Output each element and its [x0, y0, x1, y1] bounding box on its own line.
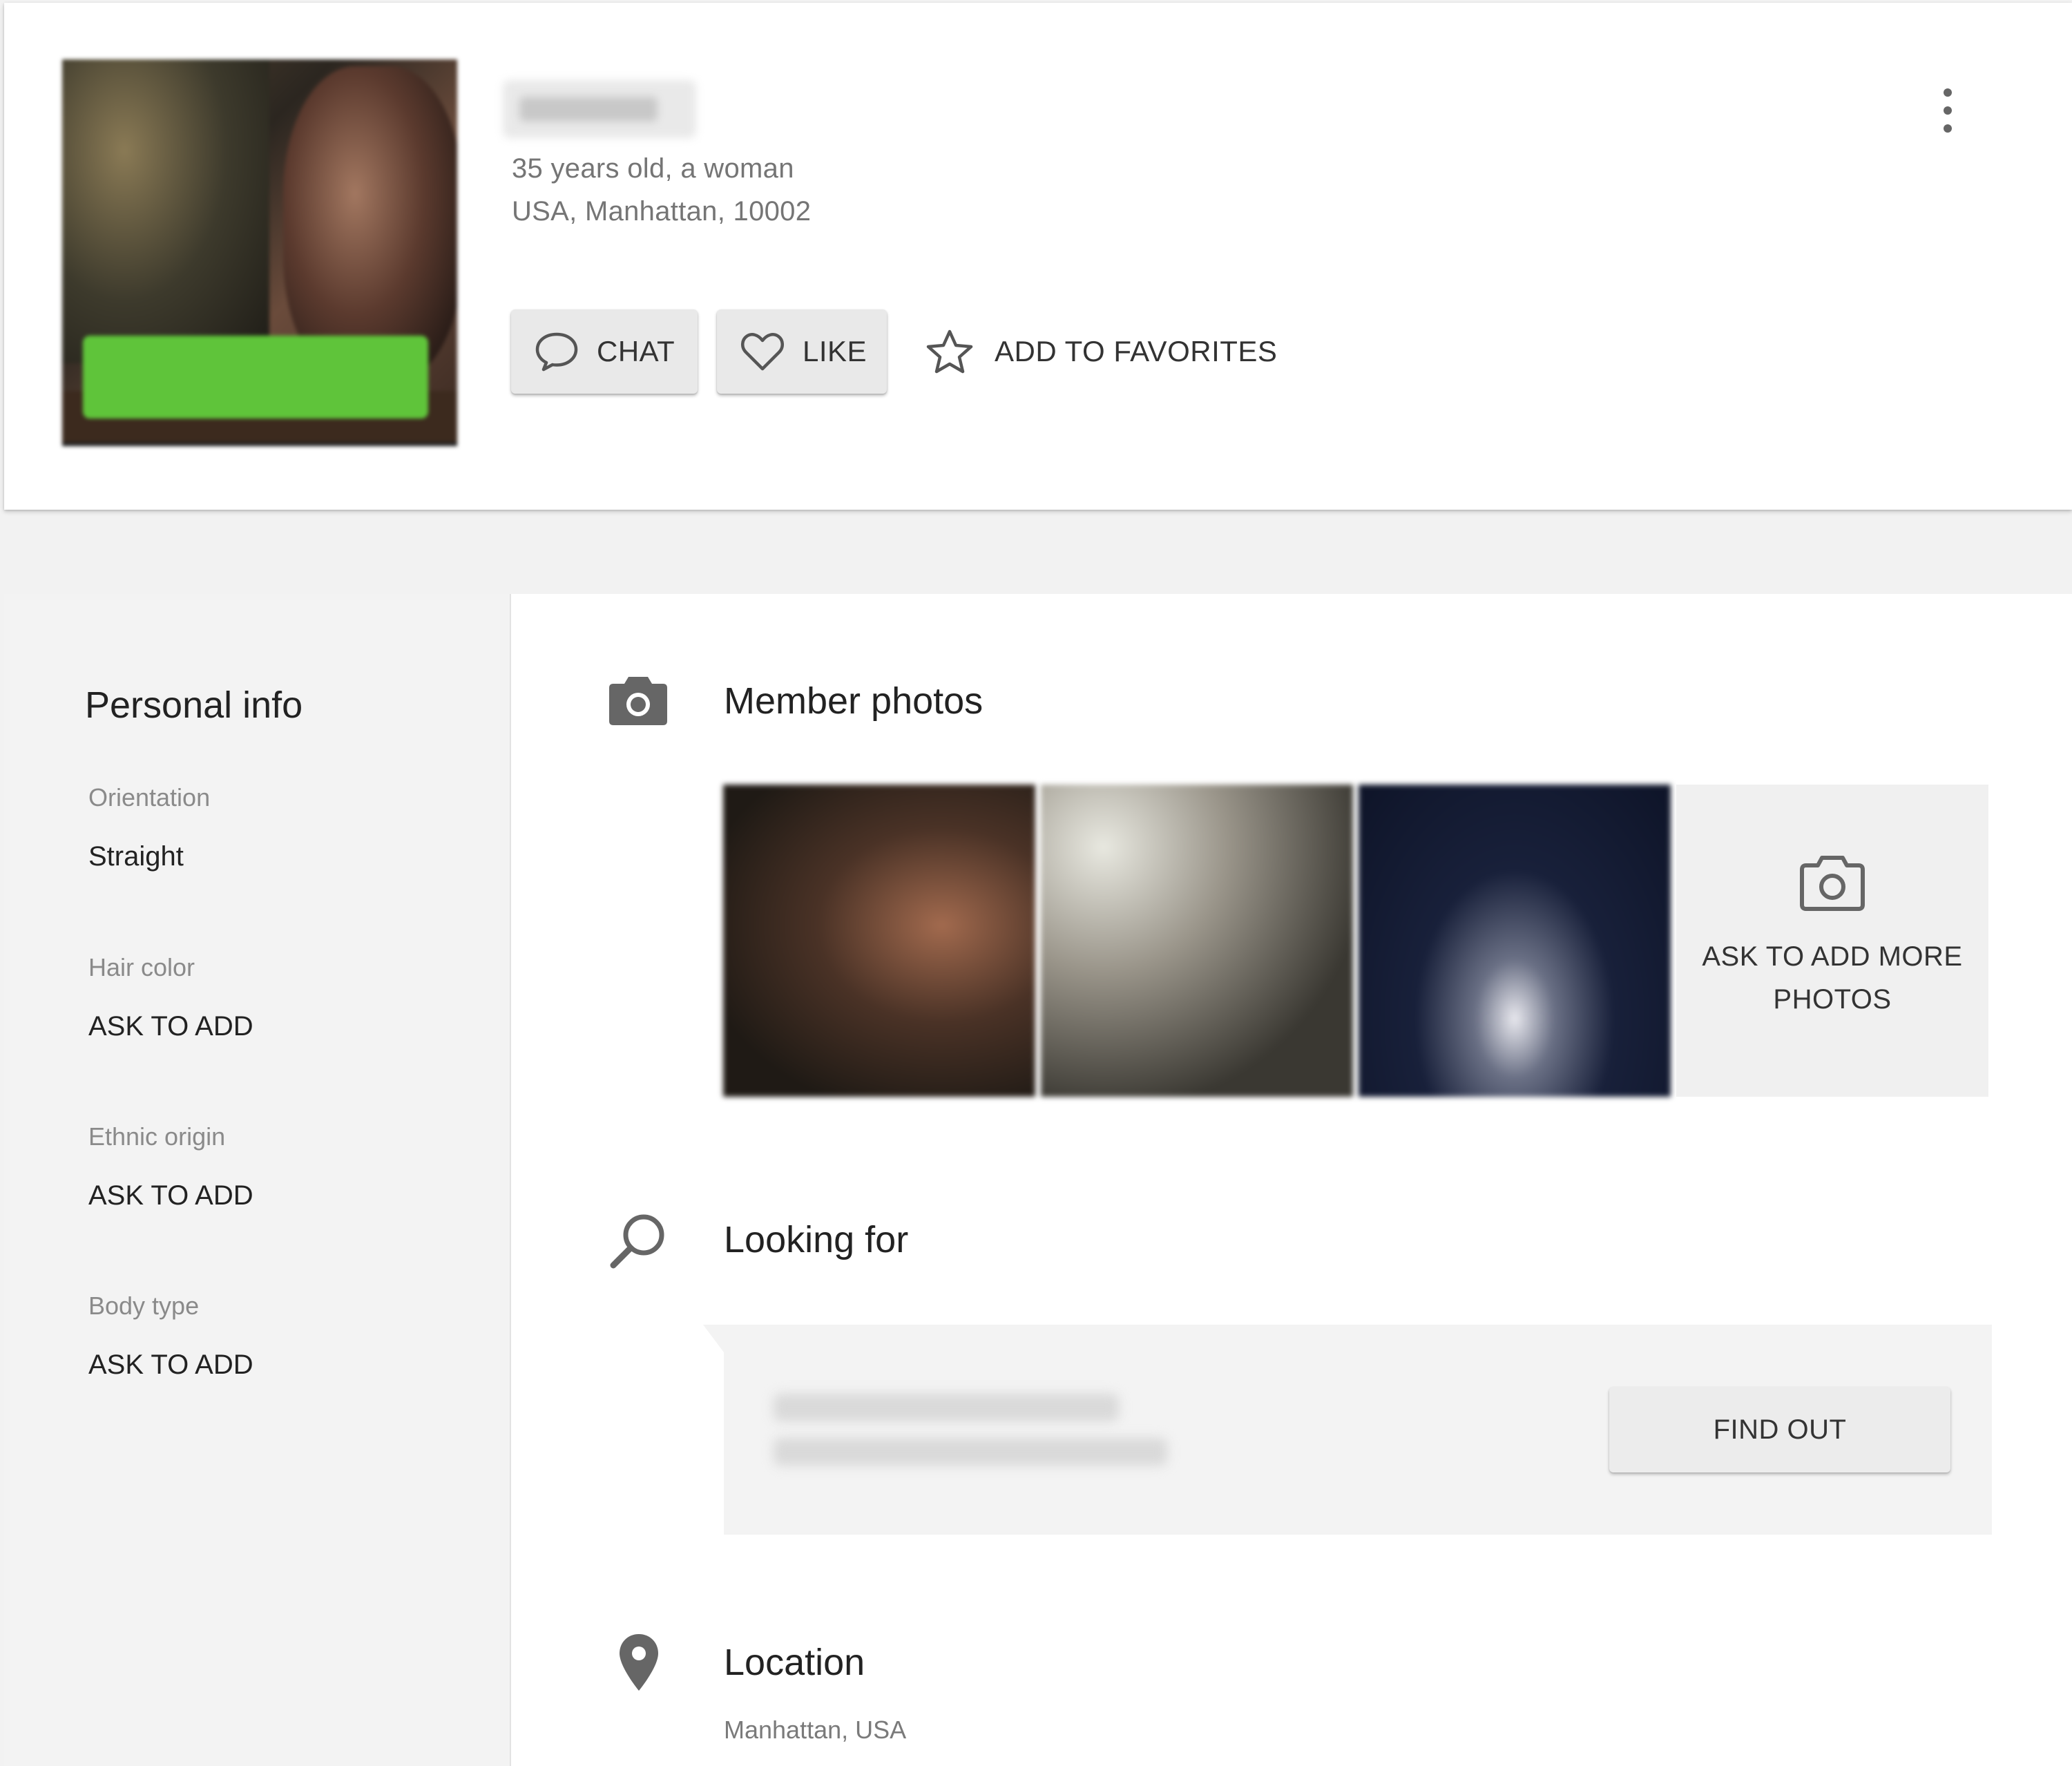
member-photos-title: Member photos: [724, 680, 984, 722]
add-to-favorites-button[interactable]: ADD TO FAVORITES: [925, 309, 1277, 394]
ethnic-origin-label: Ethnic origin: [88, 1122, 226, 1151]
hair-color-label: Hair color: [88, 953, 195, 981]
camera-icon: [609, 677, 667, 725]
like-button[interactable]: LIKE: [717, 309, 887, 394]
ethnic-origin-ask-button[interactable]: ASK TO ADD: [88, 1180, 253, 1211]
orientation-label: Orientation: [88, 783, 211, 812]
chat-bubble-icon: [535, 332, 578, 372]
body-type-label: Body type: [88, 1292, 200, 1320]
looking-for-blurred-text-line-2: [774, 1438, 1167, 1466]
profile-main-content: [511, 594, 2072, 1766]
search-icon: [610, 1214, 664, 1269]
ask-to-add-more-photos-button[interactable]: ASK TO ADD MORE PHOTOS: [1676, 785, 1988, 1097]
add-to-favorites-label: ADD TO FAVORITES: [995, 335, 1278, 367]
looking-for-title: Looking for: [724, 1219, 909, 1260]
location-pin-icon: [620, 1634, 658, 1691]
ask-to-add-more-photos-label: ASK TO ADD MORE PHOTOS: [1702, 941, 1963, 1015]
like-button-label: LIKE: [803, 335, 867, 367]
star-icon: [926, 329, 973, 374]
member-photo-3[interactable]: [1359, 785, 1671, 1097]
member-photo-1[interactable]: [723, 785, 1035, 1097]
heart-icon: [741, 333, 784, 371]
camera-outline-icon: [1800, 856, 1865, 911]
profile-age-gender: 35 years old, a woman: [512, 153, 794, 184]
hair-color-ask-button[interactable]: ASK TO ADD: [88, 1011, 253, 1042]
profile-avatar[interactable]: [62, 59, 457, 446]
looking-for-blurred-text-line-1: [774, 1394, 1119, 1421]
chat-button-label: CHAT: [597, 335, 675, 367]
body-type-ask-button[interactable]: ASK TO ADD: [88, 1350, 253, 1381]
orientation-value: Straight: [88, 841, 184, 872]
chat-button[interactable]: CHAT: [511, 309, 698, 394]
personal-info-title: Personal info: [85, 684, 303, 726]
find-out-button[interactable]: FIND OUT: [1609, 1387, 1950, 1472]
looking-for-box-tail: [703, 1325, 724, 1352]
more-vertical-icon[interactable]: [1934, 83, 1961, 138]
location-value: Manhattan, USA: [724, 1716, 907, 1744]
profile-name-blurred: [503, 80, 696, 138]
profile-location-line: USA, Manhattan, 10002: [512, 196, 812, 227]
location-title: Location: [724, 1642, 865, 1683]
member-photo-2[interactable]: [1041, 785, 1353, 1097]
personal-info-sidebar: [4, 594, 511, 1766]
